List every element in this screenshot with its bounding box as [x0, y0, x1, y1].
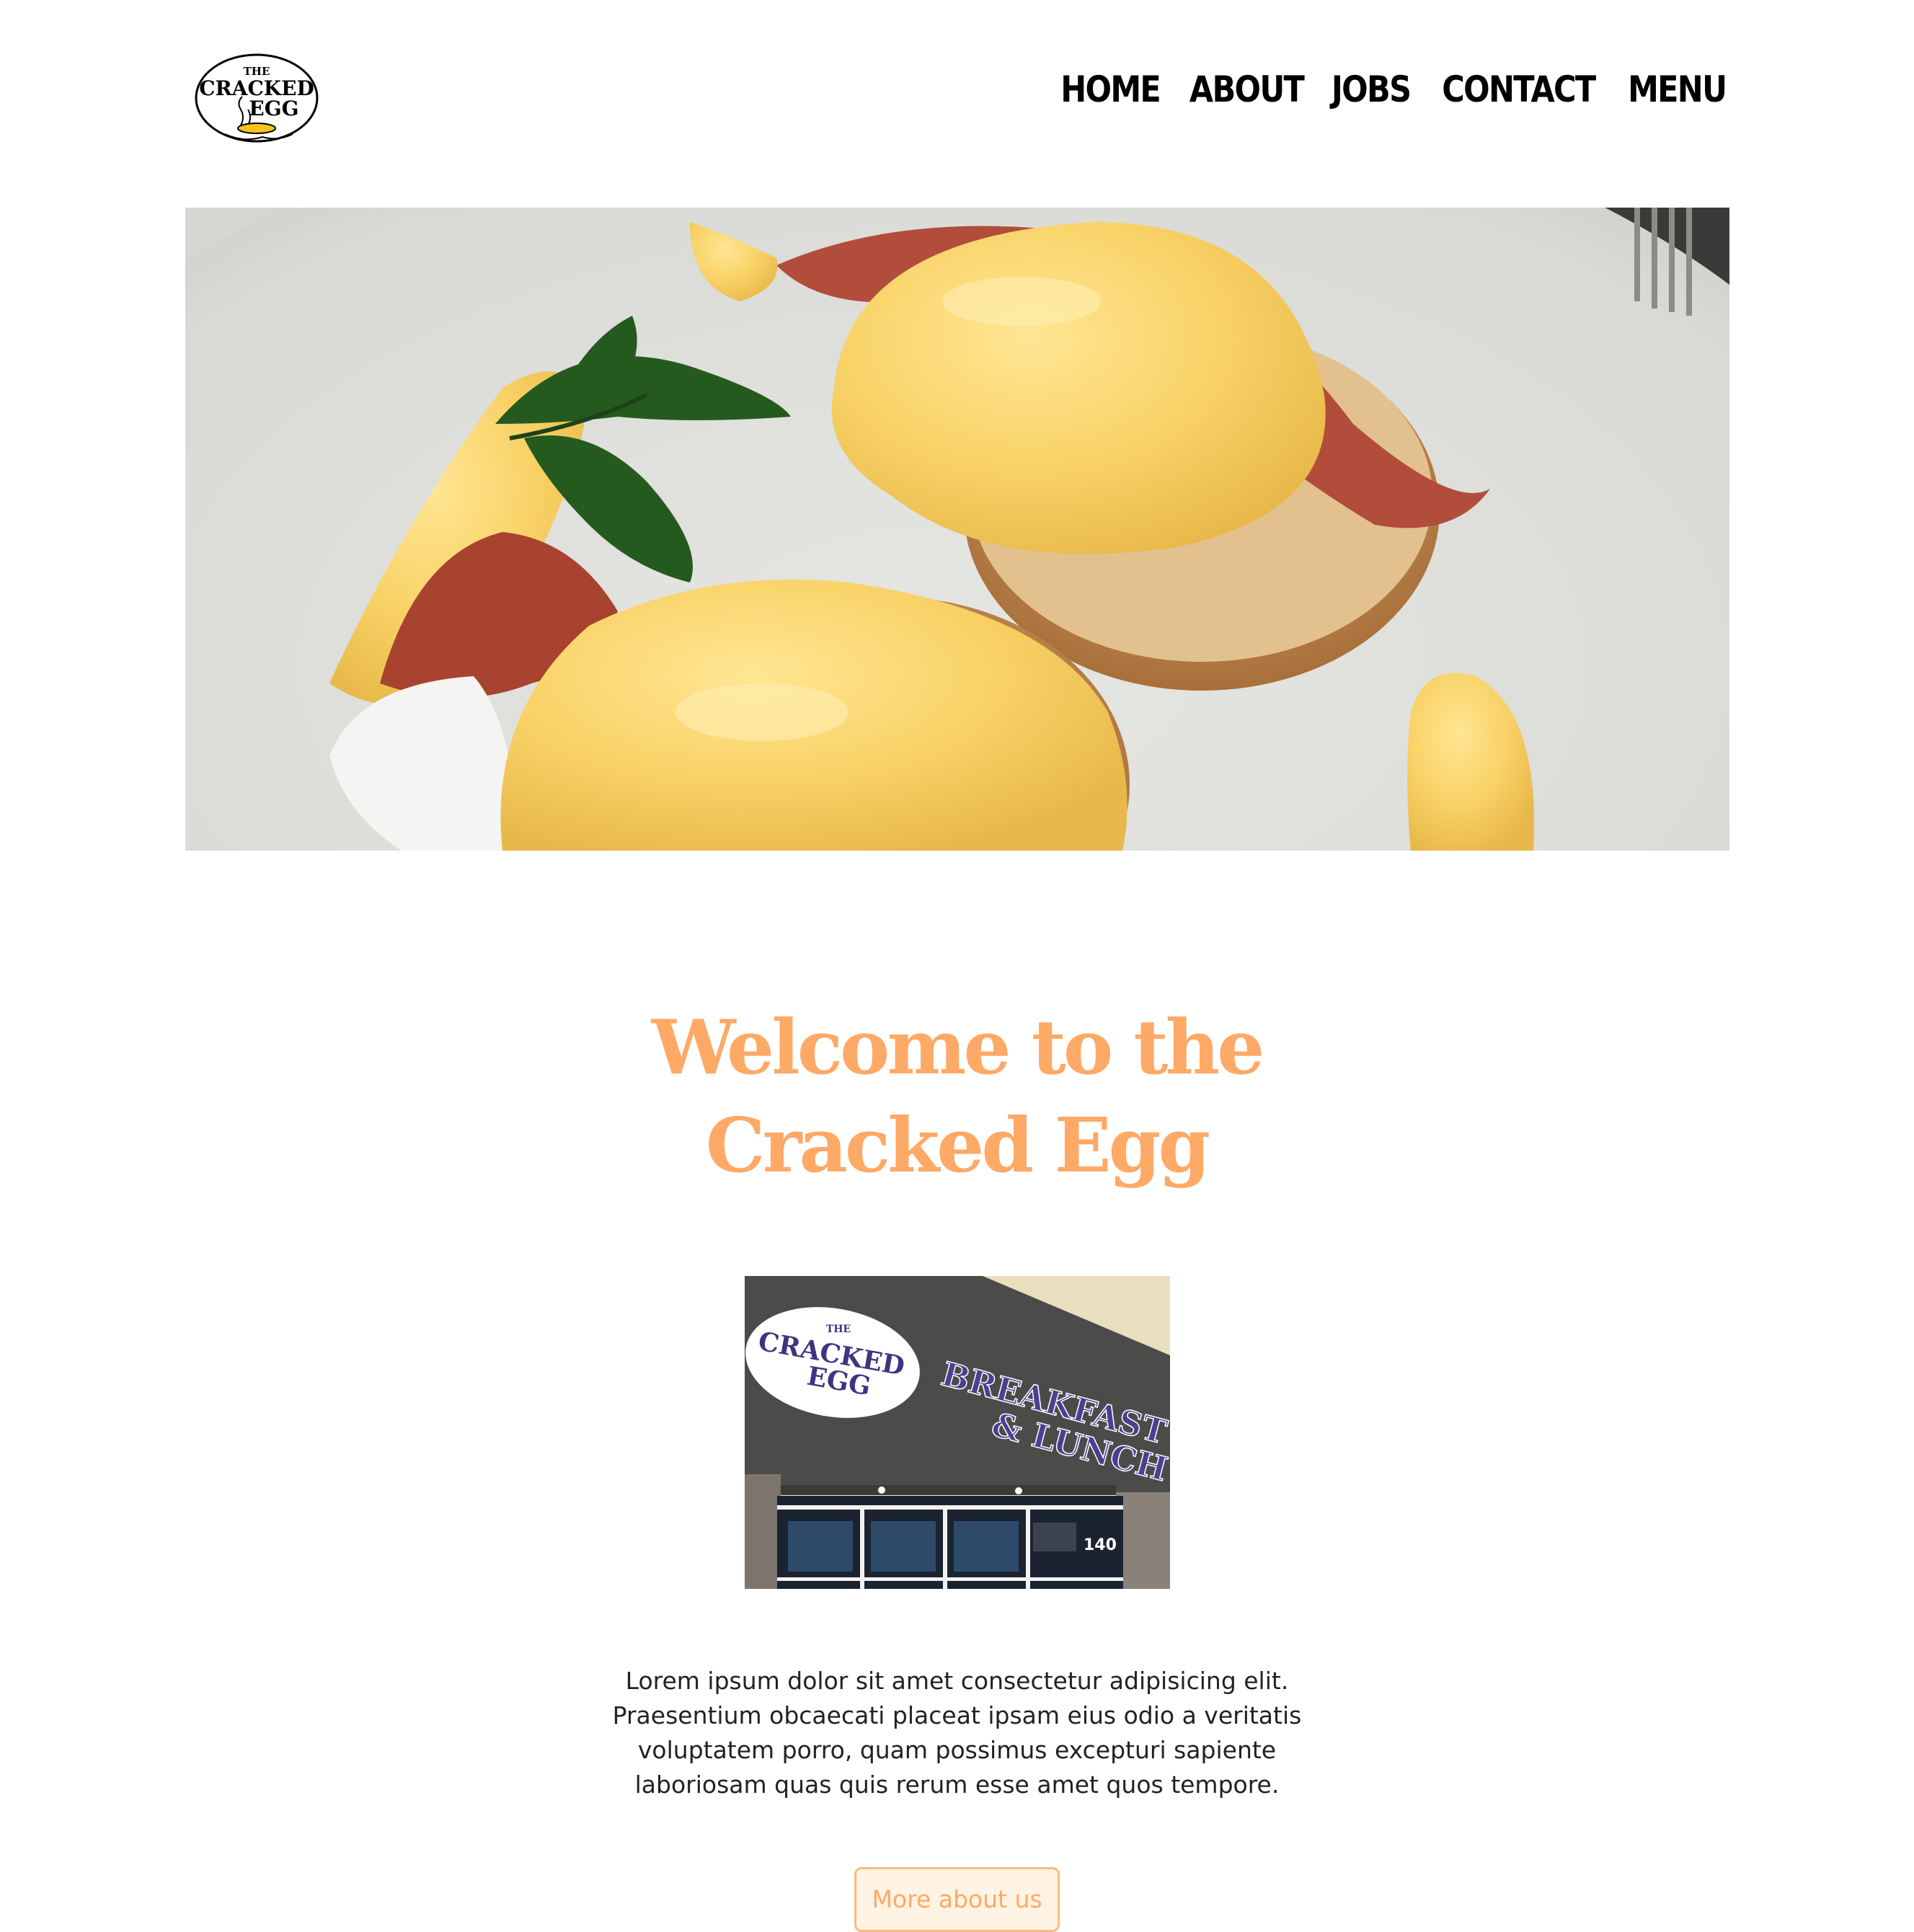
sign-text-the: THE: [826, 1324, 851, 1335]
welcome-heading: Welcome to the Cracked Egg: [524, 998, 1389, 1195]
nav-contact[interactable]: CONTACT: [1442, 68, 1596, 110]
nav-home[interactable]: HOME: [1060, 68, 1161, 110]
intro-paragraph: Lorem ipsum dolor sit amet consectetur a…: [612, 1667, 1302, 1799]
nav-menu[interactable]: MENU: [1628, 68, 1727, 110]
welcome-line-2: Cracked Egg: [705, 1101, 1210, 1189]
nav-jobs[interactable]: JOBS: [1332, 68, 1412, 110]
more-about-us-button[interactable]: More about us: [854, 1867, 1060, 1932]
welcome-line-1: Welcome to the: [651, 1003, 1265, 1091]
logo-text-egg: EGG: [249, 97, 298, 120]
nav-about[interactable]: ABOUT: [1189, 68, 1305, 110]
hero-image: [185, 208, 1729, 851]
unit-number: 140: [1084, 1536, 1117, 1554]
logo[interactable]: THE CRACKED EGG: [193, 50, 320, 147]
main-nav: HOME ABOUT JOBS CONTACT MENU: [1053, 61, 1734, 118]
storefront-photo: 140 THE CRACKED EGG BREAKFAST & LUNCH: [745, 1276, 1170, 1589]
